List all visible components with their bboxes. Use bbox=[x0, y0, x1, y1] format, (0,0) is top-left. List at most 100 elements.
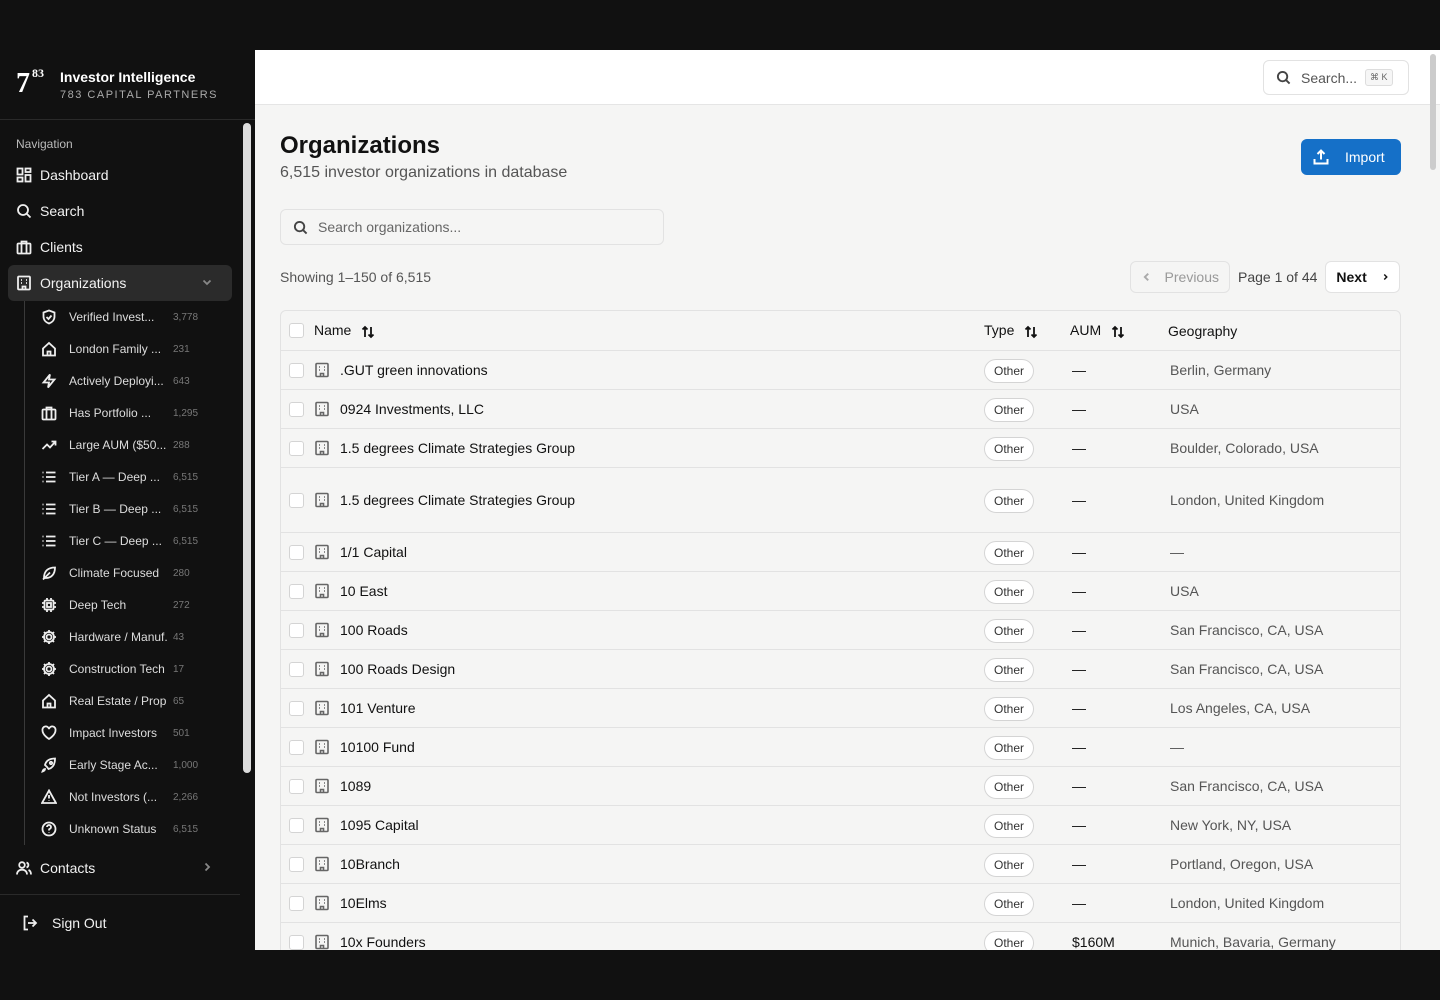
nav-item-search[interactable]: Search bbox=[0, 193, 240, 229]
org-name[interactable]: 10Elms bbox=[340, 895, 984, 911]
geography-value: USA bbox=[1170, 583, 1199, 599]
nav-item-organizations[interactable]: Organizations bbox=[8, 265, 232, 301]
table-row[interactable]: 1089 Other — San Francisco, CA, USA bbox=[281, 767, 1400, 806]
table-row[interactable]: 1.5 degrees Climate Strategies Group Othe… bbox=[281, 468, 1400, 533]
row-checkbox[interactable] bbox=[289, 401, 304, 417]
table-row[interactable]: 100 Roads Other — San Francisco, CA, USA bbox=[281, 611, 1400, 650]
building-icon bbox=[315, 700, 329, 716]
column-header-aum[interactable]: AUM bbox=[1070, 322, 1168, 338]
sub-item-construction[interactable]: Construction Tech 17 bbox=[25, 653, 240, 685]
sub-item-london-family[interactable]: London Family ... 231 bbox=[25, 333, 240, 365]
table-row[interactable]: .GUT green innovations Other — Berlin, Germ… bbox=[281, 351, 1400, 390]
row-checkbox[interactable] bbox=[289, 778, 304, 794]
sub-item-label: Verified Invest... bbox=[69, 310, 155, 324]
type-badge: Other bbox=[984, 359, 1035, 383]
org-name[interactable]: 100 Roads Design bbox=[340, 661, 984, 677]
sub-item-large-aum[interactable]: Large AUM ($50... 288 bbox=[25, 429, 240, 461]
chevron-right-icon[interactable] bbox=[200, 860, 214, 874]
aum-value: — bbox=[1072, 778, 1086, 794]
sign-out-label: Sign Out bbox=[52, 914, 107, 931]
org-name[interactable]: 1095 Capital bbox=[340, 817, 984, 833]
table-row[interactable]: 10 East Other — USA bbox=[281, 572, 1400, 611]
sub-item-tier-b[interactable]: Tier B — Deep ... 6,515 bbox=[25, 493, 240, 525]
org-name[interactable]: 10Branch bbox=[340, 856, 984, 872]
main-scrollbar[interactable] bbox=[1430, 54, 1436, 170]
organization-search-input[interactable]: Search organizations... bbox=[280, 209, 664, 245]
sub-item-impact[interactable]: Impact Investors 501 bbox=[25, 717, 240, 749]
building-icon bbox=[315, 661, 329, 677]
row-checkbox[interactable] bbox=[289, 700, 304, 716]
sub-item-unknown[interactable]: Unknown Status 6,515 bbox=[25, 813, 240, 845]
table-row[interactable]: 1/1 Capital Other — — bbox=[281, 533, 1400, 572]
table-row[interactable]: 10100 Fund Other — — bbox=[281, 728, 1400, 767]
sub-item-climate[interactable]: Climate Focused 280 bbox=[25, 557, 240, 589]
row-checkbox[interactable] bbox=[289, 934, 304, 950]
nav-item-contacts[interactable]: Contacts bbox=[0, 850, 240, 886]
nav-item-clients[interactable]: Clients bbox=[0, 229, 240, 265]
sub-item-early-stage[interactable]: Early Stage Ac... 1,000 bbox=[25, 749, 240, 781]
org-name[interactable]: 1/1 Capital bbox=[340, 544, 984, 560]
home-icon bbox=[42, 341, 56, 357]
org-name[interactable]: 100 Roads bbox=[340, 622, 984, 638]
building-icon bbox=[315, 817, 329, 833]
org-name[interactable]: 1089 bbox=[340, 778, 984, 794]
brand[interactable]: 7 83 Investor Intelligence 783 CAPITAL P… bbox=[0, 50, 255, 120]
next-button[interactable]: Next bbox=[1325, 261, 1401, 293]
sub-item-deep-tech[interactable]: Deep Tech 272 bbox=[25, 589, 240, 621]
row-checkbox[interactable] bbox=[289, 661, 304, 677]
org-name[interactable]: .GUT green innovations bbox=[340, 362, 984, 378]
sub-item-verified[interactable]: Verified Invest... 3,778 bbox=[25, 301, 240, 333]
table-row[interactable]: 101 Venture Other — Los Angeles, CA, USA bbox=[281, 689, 1400, 728]
column-header-type[interactable]: Type bbox=[984, 322, 1070, 338]
table-row[interactable]: 10Elms Other — London, United Kingdom bbox=[281, 884, 1400, 923]
table-row[interactable]: 1095 Capital Other — New York, NY, USA bbox=[281, 806, 1400, 845]
previous-button[interactable]: Previous bbox=[1130, 261, 1230, 293]
org-name[interactable]: 10x Founders bbox=[340, 934, 984, 950]
org-name[interactable]: 0924 Investments, LLC bbox=[340, 401, 984, 417]
row-checkbox[interactable] bbox=[289, 440, 304, 456]
table-row[interactable]: 10x Founders Other $160M Munich, Bavaria, G… bbox=[281, 923, 1400, 950]
sort-icon[interactable] bbox=[361, 325, 375, 339]
table-row[interactable]: 0924 Investments, LLC Other — USA bbox=[281, 390, 1400, 429]
org-name[interactable]: 101 Venture bbox=[340, 700, 984, 716]
sort-icon[interactable] bbox=[1111, 325, 1125, 339]
row-checkbox[interactable] bbox=[289, 856, 304, 872]
sub-item-has-portfolio[interactable]: Has Portfolio ... 1,295 bbox=[25, 397, 240, 429]
global-search[interactable]: Search... ⌘ K bbox=[1263, 60, 1409, 95]
sub-item-not-investors[interactable]: Not Investors (... 2,266 bbox=[25, 781, 240, 813]
table-row[interactable]: 1.5 degrees Climate Strategies Group Othe… bbox=[281, 429, 1400, 468]
row-checkbox[interactable] bbox=[289, 817, 304, 833]
logo: 7 83 bbox=[16, 66, 56, 102]
import-button[interactable]: Import bbox=[1301, 139, 1401, 175]
row-checkbox[interactable] bbox=[289, 362, 304, 378]
building-icon bbox=[315, 492, 329, 508]
sub-item-tier-a[interactable]: Tier A — Deep ... 6,515 bbox=[25, 461, 240, 493]
row-checkbox[interactable] bbox=[289, 895, 304, 911]
org-name[interactable]: 1.5 degrees Climate Strategies Group bbox=[340, 492, 984, 508]
table-row[interactable]: 100 Roads Design Other — San Francisco, CA,… bbox=[281, 650, 1400, 689]
row-checkbox[interactable] bbox=[289, 622, 304, 638]
select-all-checkbox[interactable] bbox=[289, 323, 304, 338]
type-badge: Other bbox=[984, 541, 1035, 565]
sub-item-label: Climate Focused bbox=[69, 566, 160, 580]
org-name[interactable]: 10 East bbox=[340, 583, 984, 599]
org-name[interactable]: 10100 Fund bbox=[340, 739, 984, 755]
row-checkbox[interactable] bbox=[289, 492, 304, 508]
nav-item-dashboard[interactable]: Dashboard bbox=[0, 157, 240, 193]
sort-icon[interactable] bbox=[1024, 325, 1038, 339]
row-checkbox[interactable] bbox=[289, 583, 304, 599]
row-checkbox[interactable] bbox=[289, 544, 304, 560]
sub-item-actively-deploying[interactable]: Actively Deployi... 643 bbox=[25, 365, 240, 397]
row-checkbox[interactable] bbox=[289, 739, 304, 755]
table-row[interactable]: 10Branch Other — Portland, Oregon, USA bbox=[281, 845, 1400, 884]
sub-item-real-estate[interactable]: Real Estate / Prop... 65 bbox=[25, 685, 240, 717]
org-name[interactable]: 1.5 degrees Climate Strategies Group bbox=[340, 440, 984, 456]
type-badge: Other bbox=[984, 619, 1035, 643]
sub-item-tier-c[interactable]: Tier C — Deep ... 6,515 bbox=[25, 525, 240, 557]
sidebar-scrollbar[interactable] bbox=[243, 123, 251, 773]
column-header-name[interactable]: Name bbox=[314, 322, 984, 338]
sign-out-icon bbox=[23, 915, 38, 930]
chevron-down-icon[interactable] bbox=[200, 275, 214, 289]
sign-out-button[interactable]: Sign Out bbox=[0, 894, 240, 950]
sub-item-hardware[interactable]: Hardware / Manuf... 43 bbox=[25, 621, 240, 653]
